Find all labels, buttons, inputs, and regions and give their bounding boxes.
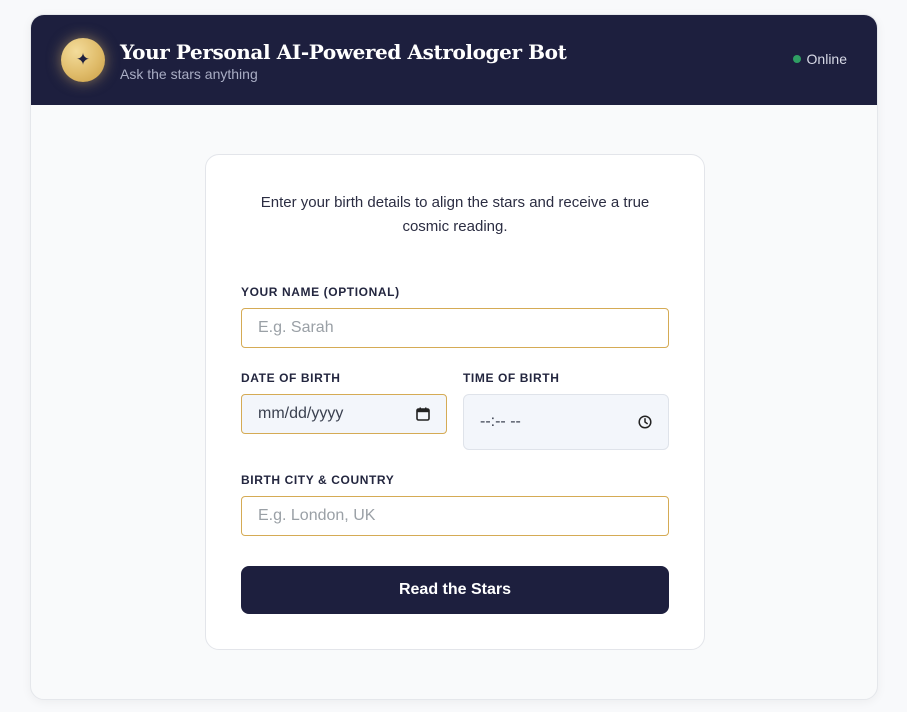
name-label: Your Name (Optional) (241, 285, 400, 299)
status-indicator: Online (792, 51, 847, 67)
dob-placeholder: mm/dd/yyyy (258, 405, 344, 422)
clock-icon[interactable] (638, 415, 652, 429)
intro-text: Enter your birth details to align the st… (260, 194, 650, 235)
app-window: ✦ Your Personal AI-Powered Astrologer Bo… (30, 14, 878, 700)
dob-label: Date of Birth (241, 371, 341, 385)
name-field-group: Your Name (Optional) (241, 285, 669, 348)
birth-details-card: Enter your birth details to align the st… (205, 154, 705, 650)
read-stars-button[interactable]: Read the Stars (241, 566, 669, 614)
sparkle-icon: ✦ (75, 50, 91, 69)
header-titles: Your Personal AI-Powered Astrologer Bot … (120, 39, 567, 82)
tob-label: Time of Birth (463, 371, 560, 385)
star-logo-icon: ✦ (61, 38, 105, 82)
name-input[interactable] (241, 308, 669, 348)
calendar-icon[interactable] (416, 407, 430, 421)
chat-header: ✦ Your Personal AI-Powered Astrologer Bo… (31, 15, 877, 105)
city-label: Birth City & Country (241, 473, 395, 487)
tob-input[interactable]: --:-- -- (463, 394, 669, 450)
status-text: Online (806, 51, 847, 67)
city-input[interactable] (241, 496, 669, 536)
app-subtitle: Ask the stars anything (120, 65, 258, 82)
app-title: Your Personal AI-Powered Astrologer Bot (120, 39, 567, 64)
city-field-group: Birth City & Country (241, 473, 669, 536)
dob-input[interactable]: mm/dd/yyyy (241, 394, 447, 434)
tob-field-group: Time of Birth --:-- -- (463, 371, 669, 450)
tob-placeholder: --:-- -- (480, 413, 521, 430)
online-dot-icon (792, 55, 801, 63)
dob-field-group: Date of Birth mm/dd/yyyy (241, 371, 447, 434)
